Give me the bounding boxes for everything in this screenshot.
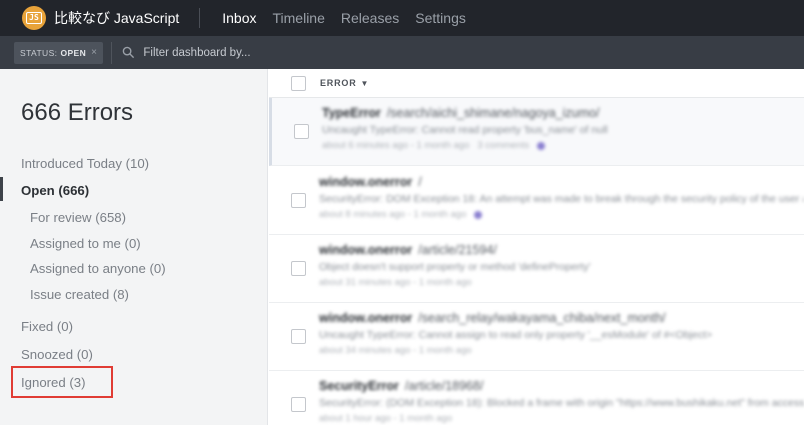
chip-key: STATUS: xyxy=(20,47,58,58)
issue-path: /search/aichi_shimane/nagoya_izumo/ xyxy=(386,106,600,120)
issue-path: / xyxy=(418,175,422,189)
select-all-checkbox[interactable] xyxy=(291,75,306,91)
issue-meta: about 34 minutes ago - 1 month ago xyxy=(319,345,472,356)
active-indicator xyxy=(0,177,3,201)
issue-comments: 3 comments xyxy=(477,140,530,151)
issue-message: SecurityError: DOM Exception 18: An atte… xyxy=(319,193,804,205)
issue-type[interactable]: TypeError xyxy=(322,106,381,120)
issue-row[interactable]: window.onerror/search_relay/wakayama_chi… xyxy=(269,303,804,371)
issue-type[interactable]: SecurityError xyxy=(319,379,399,393)
issue-checkbox[interactable] xyxy=(291,193,306,208)
top-navigation-bar: JS 比較なび JavaScript Inbox Timeline Releas… xyxy=(0,0,804,36)
page-title: 666 Errors xyxy=(21,99,134,126)
issue-meta: about 1 hour ago - 1 month ago xyxy=(319,413,453,424)
logo-text: JS xyxy=(26,12,42,24)
sidebar-item-fixed[interactable]: Fixed (0) xyxy=(21,319,73,334)
issue-row[interactable]: TypeError/search/aichi_shimane/nagoya_iz… xyxy=(269,98,804,166)
list-header: ERROR ▼ xyxy=(269,69,804,98)
sidebar-item-introduced-today[interactable]: Introduced Today (10) xyxy=(21,156,149,171)
chip-value: OPEN xyxy=(60,47,87,58)
issue-message: Uncaught TypeError: Cannot assign to rea… xyxy=(319,329,713,341)
sidebar-item-snoozed[interactable]: Snoozed (0) xyxy=(21,347,93,362)
issue-list: ERROR ▼ TypeError/search/aichi_shimane/n… xyxy=(269,69,804,425)
sidebar-item-assigned-to-anyone[interactable]: Assigned to anyone (0) xyxy=(30,261,166,276)
issue-meta: about 6 minutes ago - 1 month ago xyxy=(322,140,470,151)
issue-checkbox[interactable] xyxy=(291,397,306,412)
issue-checkbox[interactable] xyxy=(294,124,309,139)
issue-row[interactable]: SecurityError/article/18968/ SecurityErr… xyxy=(269,371,804,425)
issue-type[interactable]: window.onerror xyxy=(319,243,412,257)
sidebar-item-assigned-to-me[interactable]: Assigned to me (0) xyxy=(30,236,141,251)
issue-checkbox[interactable] xyxy=(291,261,306,276)
issue-path: /article/18968/ xyxy=(404,379,484,393)
sidebar-item-open[interactable]: Open (666) xyxy=(21,183,89,198)
issue-meta: about 8 minutes ago - 1 month ago xyxy=(319,209,467,220)
chevron-down-icon[interactable]: ▼ xyxy=(361,79,369,88)
nav-releases[interactable]: Releases xyxy=(341,10,399,26)
issue-type[interactable]: window.onerror xyxy=(319,311,412,325)
nav-timeline[interactable]: Timeline xyxy=(273,10,325,26)
error-column-label[interactable]: ERROR xyxy=(320,78,357,88)
search-input[interactable] xyxy=(143,46,644,59)
sidebar-item-issue-created[interactable]: Issue created (8) xyxy=(30,287,129,302)
assignee-icon xyxy=(537,141,546,150)
highlight-annotation xyxy=(11,366,113,398)
assignee-icon xyxy=(474,210,483,219)
search-icon xyxy=(123,46,135,59)
nav-inbox[interactable]: Inbox xyxy=(222,10,256,26)
sidebar-item-for-review[interactable]: For review (658) xyxy=(30,210,126,225)
main-nav: Inbox Timeline Releases Settings xyxy=(222,10,482,26)
filter-bar: STATUS: OPEN × xyxy=(0,36,804,69)
issue-path: /search_relay/wakayama_chiba/next_month/ xyxy=(418,311,666,325)
project-name[interactable]: 比較なび JavaScript xyxy=(54,8,179,28)
chip-remove-icon[interactable]: × xyxy=(91,47,97,58)
issue-message: SecurityError: (DOM Exception 18): Block… xyxy=(319,397,804,409)
issue-message: Object doesn't support property or metho… xyxy=(319,261,591,273)
project-logo-icon[interactable]: JS xyxy=(22,6,46,30)
issue-row[interactable]: window.onerror/article/21594/ Object doe… xyxy=(269,235,804,303)
issue-type[interactable]: window.onerror xyxy=(319,175,412,189)
issue-path: /article/21594/ xyxy=(418,243,497,257)
issue-checkbox[interactable] xyxy=(291,329,306,344)
status-filter-chip[interactable]: STATUS: OPEN × xyxy=(14,41,104,64)
issue-row[interactable]: window.onerror / SecurityError: DOM Excep… xyxy=(269,167,804,235)
issue-meta: about 31 minutes ago - 1 month ago xyxy=(319,277,472,288)
issue-message: Uncaught TypeError: Cannot read property… xyxy=(322,124,608,136)
filter-divider xyxy=(111,41,113,64)
nav-settings[interactable]: Settings xyxy=(415,10,466,26)
header-divider xyxy=(199,8,201,28)
sidebar: 666 Errors Introduced Today (10) Open (6… xyxy=(0,69,268,425)
